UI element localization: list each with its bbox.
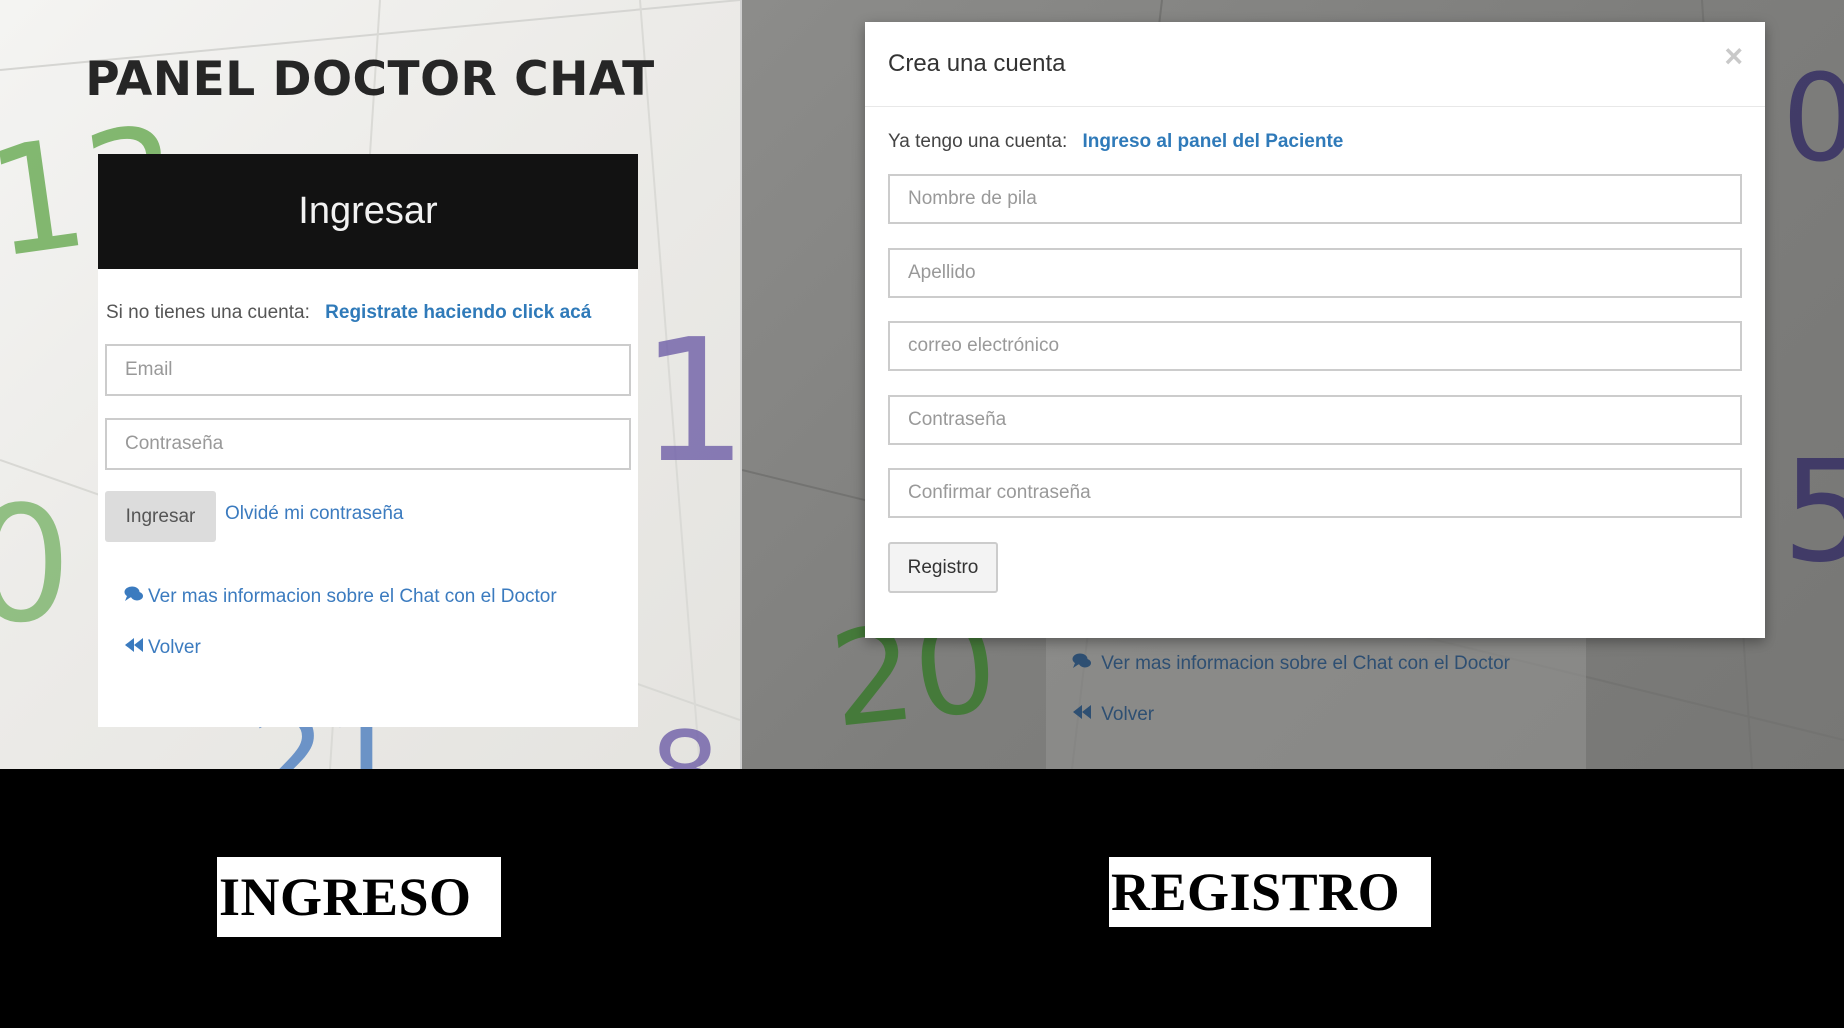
patient-login-link[interactable]: Ingreso al panel del Paciente (1083, 131, 1344, 152)
login-card: Ingresar Si no tienes una cuenta: Regist… (98, 154, 638, 727)
login-header: Ingresar (98, 154, 638, 269)
register-link[interactable]: Registrate haciendo click acá (325, 302, 591, 323)
background-info-link: Ver mas informacion sobre el Chat con el… (1072, 653, 1510, 675)
email-input[interactable]: Email (105, 344, 631, 396)
modal-title: Crea una cuenta (888, 50, 1066, 77)
comments-icon (124, 586, 144, 608)
info-link-text: Ver mas informacion sobre el Chat con el… (148, 586, 557, 607)
register-modal: Crea una cuenta × Ya tengo una cuenta: I… (865, 22, 1765, 638)
back-link-text: Volver (148, 637, 201, 658)
backward-icon (124, 637, 144, 659)
register-button[interactable]: Registro (888, 542, 998, 593)
modal-header: Crea una cuenta × (865, 22, 1765, 107)
login-button[interactable]: Ingresar (105, 491, 216, 542)
password-input[interactable]: Contraseña (888, 395, 1742, 445)
password-input[interactable]: Contraseña (105, 418, 631, 470)
svg-text:8: 8 (650, 708, 720, 769)
backward-icon (1072, 704, 1097, 725)
first-name-input[interactable]: Nombre de pila (888, 174, 1742, 224)
forgot-password-link[interactable]: Olvidé mi contraseña (225, 503, 403, 525)
login-panel: 13 0 21 1 8 PANEL DOCTOR CHAT Ingresar S… (0, 0, 740, 769)
svg-text:0: 0 (0, 471, 72, 658)
back-link[interactable]: Volver (124, 637, 201, 659)
background-back-link-text: Volver (1101, 704, 1155, 725)
caption-registro: REGISTRO (1109, 857, 1431, 927)
background-info-link-text: Ver mas informacion sobre el Chat con el… (1101, 653, 1510, 674)
page-title: PANEL DOCTOR CHAT (85, 52, 655, 107)
svg-text:0: 0 (1782, 50, 1844, 189)
register-prompt-text: Si no tienes una cuenta: (106, 302, 310, 323)
caption-ingreso: INGRESO (217, 857, 501, 937)
login-prompt: Ya tengo una cuenta: Ingreso al panel de… (888, 131, 1343, 153)
background-back-link: Volver (1072, 704, 1154, 726)
comments-icon (1072, 653, 1097, 674)
register-prompt: Si no tienes una cuenta: Registrate haci… (106, 302, 591, 324)
confirm-password-input[interactable]: Confirmar contraseña (888, 468, 1742, 518)
info-link[interactable]: Ver mas informacion sobre el Chat con el… (124, 586, 557, 608)
close-icon[interactable]: × (1724, 40, 1743, 72)
email-input[interactable]: correo electrónico (888, 321, 1742, 371)
last-name-input[interactable]: Apellido (888, 248, 1742, 298)
svg-text:1: 1 (640, 303, 740, 501)
svg-text:5: 5 (1782, 431, 1844, 594)
login-prompt-text: Ya tengo una cuenta: (888, 131, 1068, 152)
